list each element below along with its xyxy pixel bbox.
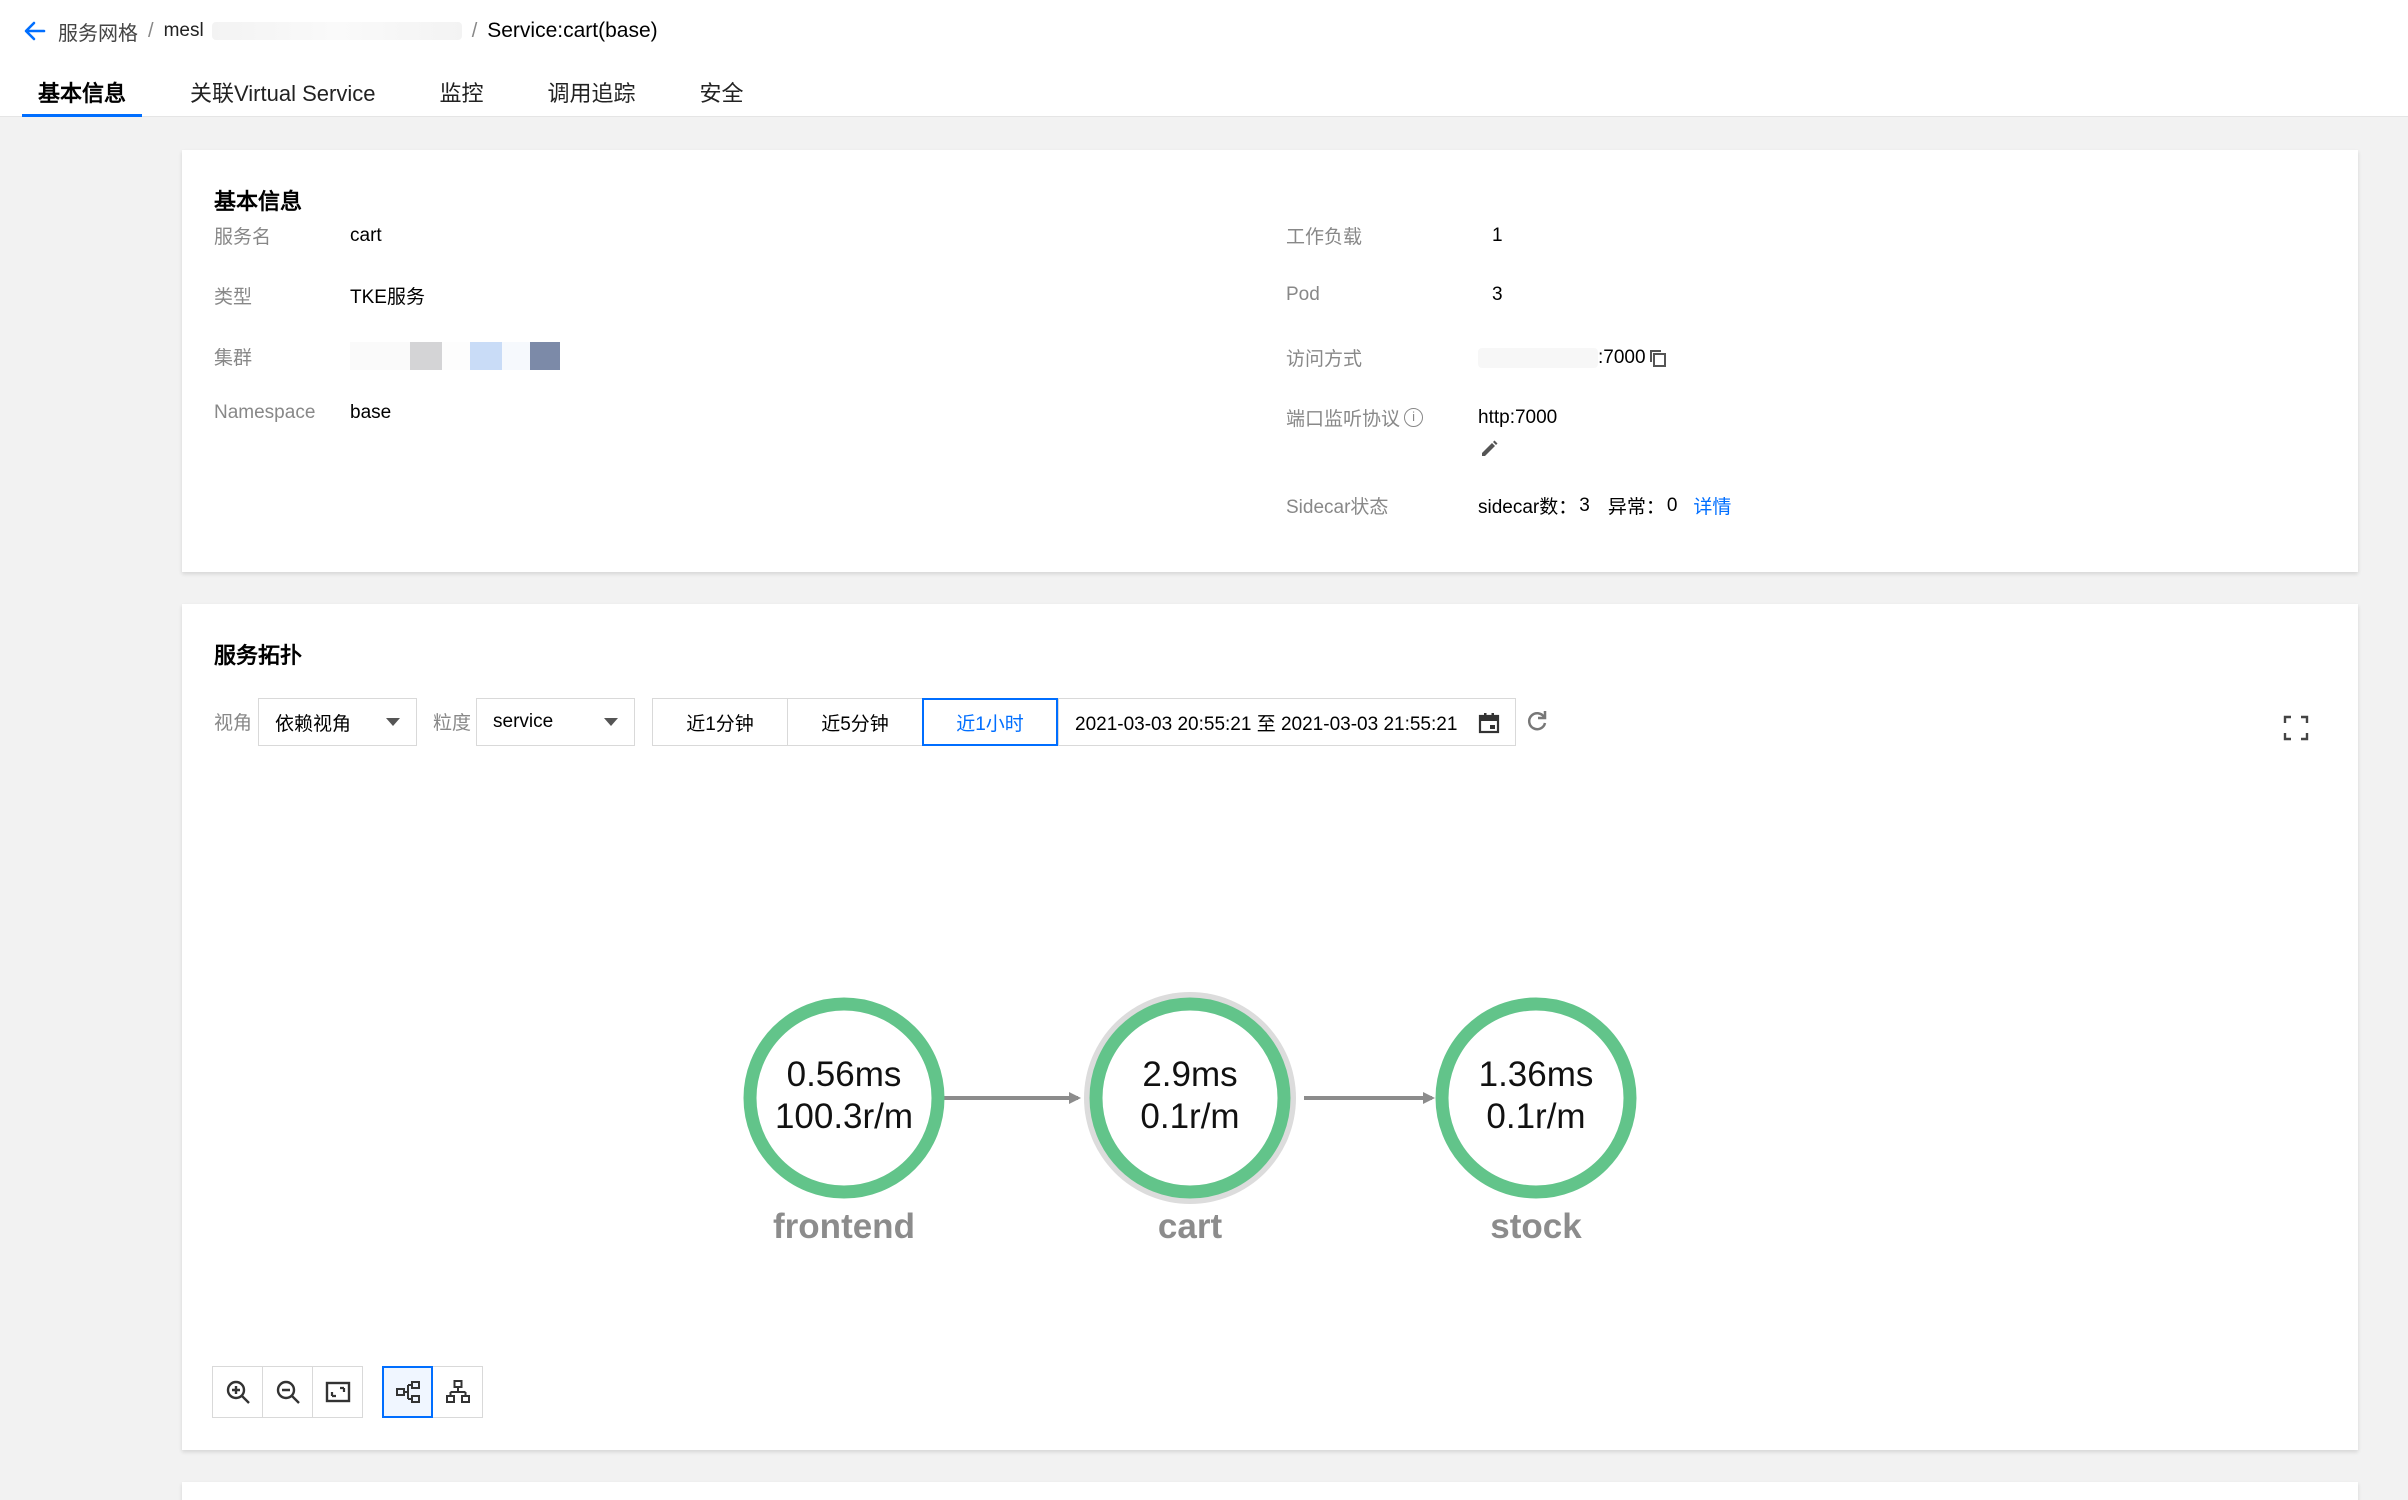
node-stock[interactable]: 1.36ms 0.1r/m stock <box>1435 997 1637 1246</box>
node-cart-label: cart <box>1158 1207 1223 1246</box>
node-cart-rate: 0.1r/m <box>1140 1097 1239 1136</box>
pod-row: Pod 3 <box>1286 284 1503 306</box>
basic-info-title: 基本信息 <box>214 189 303 214</box>
pod-link[interactable]: 3 <box>1492 284 1503 306</box>
tree-layout-button[interactable] <box>432 1366 483 1418</box>
copy-icon[interactable] <box>1648 348 1668 368</box>
access-row: 访问方式 :7000 <box>1286 344 1668 371</box>
namespace-row: Namespace base <box>214 402 391 424</box>
sidecar-count: 3 <box>1579 494 1590 516</box>
workload-label: 工作负载 <box>1286 227 1363 248</box>
sidecar-count-label: sidecar数： <box>1478 497 1578 518</box>
basic-info-card: 基本信息 服务名 cart 类型 TKE服务 集群 Namespace base… <box>182 150 2358 572</box>
fit-view-icon <box>325 1381 350 1403</box>
pod-label: Pod <box>1286 284 1320 305</box>
service-name-value: cart <box>350 224 382 246</box>
tab-basic-info[interactable]: 基本信息 <box>22 76 143 117</box>
service-name-row: 服务名 cart <box>214 222 382 249</box>
breadcrumb-mesh[interactable]: mesl <box>164 20 204 42</box>
node-stock-rate: 0.1r/m <box>1486 1097 1585 1136</box>
node-cart[interactable]: 2.9ms 0.1r/m cart <box>1084 992 1296 1246</box>
fit-view-button[interactable] <box>312 1366 363 1418</box>
workload-link[interactable]: 1 <box>1492 225 1503 247</box>
cluster-row: 集群 <box>214 336 560 376</box>
access-label: 访问方式 <box>1286 349 1363 370</box>
horizontal-layout-icon <box>395 1381 420 1403</box>
node-frontend-rate: 100.3r/m <box>775 1097 913 1136</box>
topology-graph: 0.56ms 100.3r/m frontend 2.9ms 0.1r/m ca… <box>743 992 1637 1246</box>
edit-pencil-icon[interactable] <box>1478 438 1500 460</box>
next-card <box>182 1482 2358 1500</box>
time-1hour-button[interactable]: 近1小时 <box>922 698 1058 746</box>
namespace-label: Namespace <box>214 402 316 423</box>
sidecar-row: Sidecar状态 sidecar数： 3 异常： 0 详情 <box>1286 492 1731 519</box>
breadcrumb-mesh-blurred <box>211 22 462 40</box>
node-frontend-latency: 0.56ms <box>787 1055 902 1094</box>
node-frontend[interactable]: 0.56ms 100.3r/m frontend <box>743 997 945 1246</box>
breadcrumb: 服务网格 / mesl / Service:cart(base) <box>22 16 658 46</box>
cluster-value-blurred <box>350 342 560 370</box>
tab-virtual-service[interactable]: 关联Virtual Service <box>174 76 391 117</box>
port-protocol-label-group: 端口监听协议 i <box>1286 404 1478 431</box>
tab-tracing[interactable]: 调用追踪 <box>531 76 651 117</box>
zoom-in-icon <box>226 1380 250 1404</box>
service-topology-card: 服务拓扑 视角 依赖视角 粒度 service 近1分钟 近5分钟 近1小时 2… <box>182 604 2358 1450</box>
page-header: 服务网格 / mesl / Service:cart(base) 基本信息 关联… <box>0 0 2408 117</box>
back-arrow-icon[interactable] <box>22 18 48 44</box>
zoom-controls <box>212 1366 363 1418</box>
port-protocol-value: http:7000 <box>1478 406 1558 428</box>
node-frontend-label: frontend <box>773 1207 915 1246</box>
type-value: TKE服务 <box>350 287 425 308</box>
breadcrumb-current: Service:cart(base) <box>487 19 658 42</box>
type-row: 类型 TKE服务 <box>214 282 425 309</box>
node-stock-label: stock <box>1490 1207 1582 1246</box>
tab-bar: 基本信息 关联Virtual Service 监控 调用追踪 安全 <box>22 76 792 117</box>
horizontal-layout-button[interactable] <box>382 1366 433 1418</box>
sidecar-detail-link[interactable]: 详情 <box>1693 492 1731 519</box>
node-cart-latency: 2.9ms <box>1142 1055 1237 1094</box>
layout-controls <box>382 1366 483 1418</box>
sidecar-abnormal-label: 异常： <box>1607 497 1665 518</box>
zoom-out-icon <box>276 1380 300 1404</box>
tab-security[interactable]: 安全 <box>683 76 759 117</box>
breadcrumb-service-mesh[interactable]: 服务网格 <box>58 17 138 46</box>
port-protocol-row: 端口监听协议 i http:7000 <box>1286 404 1557 431</box>
namespace-value: base <box>350 402 392 423</box>
zoom-out-button[interactable] <box>262 1366 313 1418</box>
info-icon[interactable]: i <box>1404 408 1424 427</box>
service-name-label: 服务名 <box>214 227 272 248</box>
access-address-blurred <box>1478 347 1598 368</box>
zoom-in-button[interactable] <box>212 1366 263 1418</box>
cluster-label: 集群 <box>214 347 253 369</box>
node-stock-latency: 1.36ms <box>1479 1055 1594 1094</box>
access-port: :7000 <box>1598 346 1646 368</box>
sidecar-label: Sidecar状态 <box>1286 497 1389 518</box>
breadcrumb-separator: / <box>471 19 478 42</box>
breadcrumb-separator: / <box>148 19 154 42</box>
tab-monitor[interactable]: 监控 <box>423 76 499 117</box>
sidecar-abnormal-count: 0 <box>1666 494 1678 516</box>
port-protocol-label: 端口监听协议 <box>1286 409 1401 430</box>
workload-row: 工作负载 1 <box>1286 222 1503 249</box>
type-label: 类型 <box>214 287 253 308</box>
tree-layout-icon <box>445 1380 470 1403</box>
